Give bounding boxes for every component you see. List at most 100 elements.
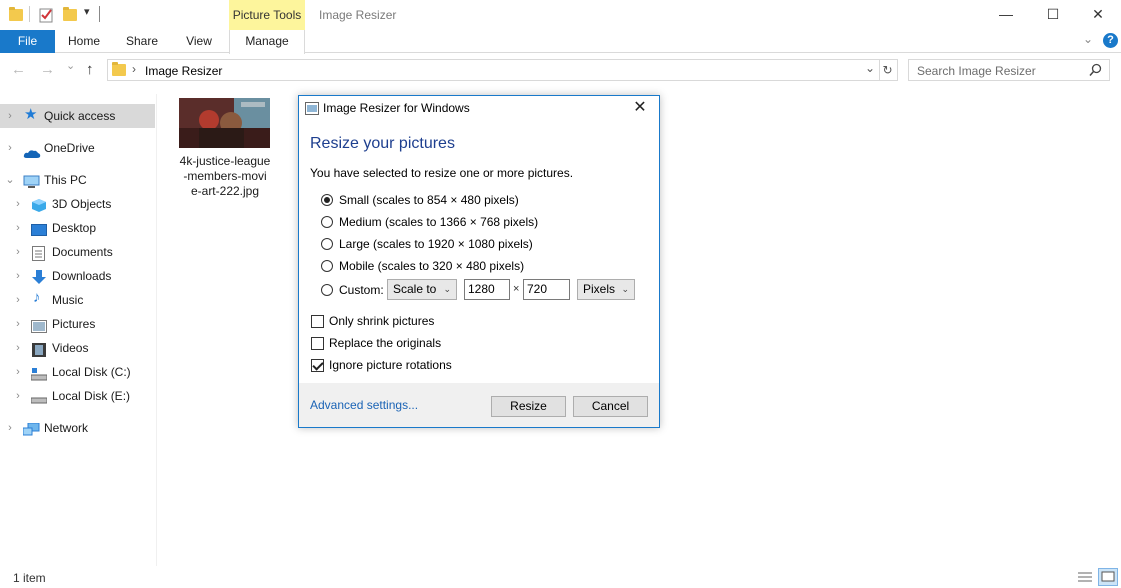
title-bar: ▾ Picture Tools Image Resizer — ☐ ✕ bbox=[0, 0, 1121, 30]
folder-icon[interactable] bbox=[9, 7, 23, 21]
help-icon[interactable]: ? bbox=[1103, 33, 1118, 48]
nav-item-music[interactable]: › ♪ Music bbox=[11, 288, 151, 312]
chevron-right-icon[interactable]: › bbox=[3, 416, 17, 440]
nav-item-local-disk-c[interactable]: › Local Disk (C:) bbox=[11, 360, 151, 384]
nav-item-local-disk-e[interactable]: › Local Disk (E:) bbox=[11, 384, 151, 408]
breadcrumb-separator: › bbox=[132, 62, 136, 76]
window-title: Image Resizer bbox=[319, 8, 397, 22]
chevron-right-icon[interactable]: › bbox=[11, 264, 25, 288]
refresh-button[interactable]: ↻ bbox=[878, 59, 898, 81]
desktop-icon bbox=[31, 221, 47, 236]
picture-tools-context-tab: Picture Tools bbox=[229, 0, 305, 30]
maximize-button[interactable]: ☐ bbox=[1030, 0, 1076, 30]
customize-toolbar-icon[interactable]: ▾ bbox=[84, 5, 90, 18]
custom-width-input[interactable]: 1280 bbox=[464, 279, 510, 300]
status-bar: 1 item bbox=[0, 566, 1121, 588]
chevron-right-icon[interactable]: › bbox=[3, 104, 17, 128]
checkbox[interactable] bbox=[311, 359, 324, 372]
image-resizer-dialog: Image Resizer for Windows ✕ Resize your … bbox=[298, 95, 660, 428]
nav-item-pictures[interactable]: › Pictures bbox=[11, 312, 151, 336]
checkbox[interactable] bbox=[311, 315, 324, 328]
nav-item-network[interactable]: › Network bbox=[3, 416, 153, 440]
properties-icon[interactable] bbox=[39, 7, 53, 23]
dialog-footer: Advanced settings... Resize Cancel bbox=[299, 383, 659, 427]
navigation-pane: › ★ Quick access › OneDrive ⌄ This PC › … bbox=[0, 94, 157, 566]
chevron-down-icon[interactable]: ⌄ bbox=[1083, 32, 1093, 46]
dialog-title: Image Resizer for Windows bbox=[323, 101, 470, 115]
app-icon bbox=[305, 102, 319, 118]
tab-manage[interactable]: Manage bbox=[229, 30, 305, 54]
forward-button[interactable]: → bbox=[40, 61, 55, 78]
chevron-right-icon[interactable]: › bbox=[11, 216, 25, 240]
radio-button[interactable] bbox=[321, 194, 333, 206]
minimize-button[interactable]: — bbox=[983, 0, 1029, 30]
nav-item-desktop[interactable]: › Desktop bbox=[11, 216, 151, 240]
chevron-right-icon[interactable]: › bbox=[11, 336, 25, 360]
recent-locations-button[interactable]: ⌄ bbox=[66, 59, 75, 72]
tab-file[interactable]: File bbox=[0, 30, 55, 53]
address-bar[interactable]: › Image Resizer ⌄ bbox=[107, 59, 880, 81]
chevron-right-icon[interactable]: › bbox=[3, 136, 17, 160]
dialog-description: You have selected to resize one or more … bbox=[310, 166, 574, 180]
dialog-close-button[interactable]: ✕ bbox=[627, 97, 653, 119]
computer-icon bbox=[23, 173, 40, 188]
search-placeholder: Search Image Resizer bbox=[917, 64, 1036, 78]
pictures-icon bbox=[31, 317, 47, 333]
custom-height-input[interactable]: 720 bbox=[523, 279, 570, 300]
times-sign: × bbox=[513, 283, 520, 295]
radio-button[interactable] bbox=[321, 216, 333, 228]
chevron-down-icon: ⌄ bbox=[621, 284, 629, 294]
resize-button[interactable]: Resize bbox=[491, 396, 566, 417]
large-icons-view-icon[interactable] bbox=[1098, 568, 1118, 586]
unit-select[interactable]: Pixels ⌄ bbox=[577, 279, 635, 300]
nav-item-downloads[interactable]: › Downloads bbox=[11, 264, 151, 288]
item-count: 1 item bbox=[13, 571, 46, 585]
back-button[interactable]: ← bbox=[11, 61, 26, 78]
radio-button[interactable] bbox=[321, 284, 333, 296]
chevron-right-icon[interactable]: › bbox=[11, 360, 25, 384]
cancel-button[interactable]: Cancel bbox=[573, 396, 648, 417]
nav-item-quick-access[interactable]: › ★ Quick access bbox=[3, 104, 153, 128]
custom-mode-select[interactable]: Scale to ⌄ bbox=[387, 279, 457, 300]
music-note-icon: ♪ bbox=[33, 289, 41, 306]
network-icon bbox=[22, 421, 40, 436]
radio-button[interactable] bbox=[321, 260, 333, 272]
tab-view[interactable]: View bbox=[176, 30, 222, 53]
divider bbox=[29, 6, 30, 22]
details-view-icon[interactable] bbox=[1077, 570, 1093, 587]
dialog-heading: Resize your pictures bbox=[310, 135, 455, 152]
film-icon bbox=[32, 341, 47, 357]
search-icon[interactable] bbox=[1089, 63, 1102, 80]
cloud-icon bbox=[23, 143, 41, 158]
folder-icon bbox=[112, 62, 126, 76]
nav-item-this-pc[interactable]: ⌄ This PC bbox=[3, 168, 153, 192]
radio-button[interactable] bbox=[321, 238, 333, 250]
chevron-right-icon[interactable]: › bbox=[11, 240, 25, 264]
advanced-settings-link[interactable]: Advanced settings... bbox=[310, 398, 418, 412]
tab-share[interactable]: Share bbox=[118, 30, 166, 53]
nav-item-documents[interactable]: › Documents bbox=[11, 240, 151, 264]
divider bbox=[99, 6, 100, 22]
chevron-right-icon[interactable]: › bbox=[11, 384, 25, 408]
chevron-down-icon[interactable]: ⌄ bbox=[3, 168, 17, 192]
close-button[interactable]: ✕ bbox=[1075, 0, 1121, 30]
file-name[interactable]: 4k-justice-league -members-movi e-art-22… bbox=[172, 154, 278, 199]
checkbox[interactable] bbox=[311, 337, 324, 350]
cube-icon bbox=[31, 197, 46, 212]
nav-item-videos[interactable]: › Videos bbox=[11, 336, 151, 360]
nav-item-3d-objects[interactable]: › 3D Objects bbox=[11, 192, 151, 216]
chevron-down-icon: ⌄ bbox=[443, 284, 451, 294]
new-folder-icon[interactable] bbox=[63, 7, 77, 21]
file-thumbnail[interactable] bbox=[179, 98, 270, 148]
ribbon-tabs: File Home Share View Manage ⌄ ? bbox=[0, 30, 1121, 54]
search-input[interactable]: Search Image Resizer bbox=[908, 59, 1110, 81]
star-icon: ★ bbox=[24, 106, 38, 123]
address-dropdown-icon[interactable]: ⌄ bbox=[865, 61, 875, 75]
tab-home[interactable]: Home bbox=[60, 30, 108, 53]
nav-item-onedrive[interactable]: › OneDrive bbox=[3, 136, 153, 160]
chevron-right-icon[interactable]: › bbox=[11, 288, 25, 312]
breadcrumb-path[interactable]: Image Resizer bbox=[145, 64, 222, 78]
up-button[interactable]: ↑ bbox=[86, 61, 94, 78]
chevron-right-icon[interactable]: › bbox=[11, 192, 25, 216]
chevron-right-icon[interactable]: › bbox=[11, 312, 25, 336]
